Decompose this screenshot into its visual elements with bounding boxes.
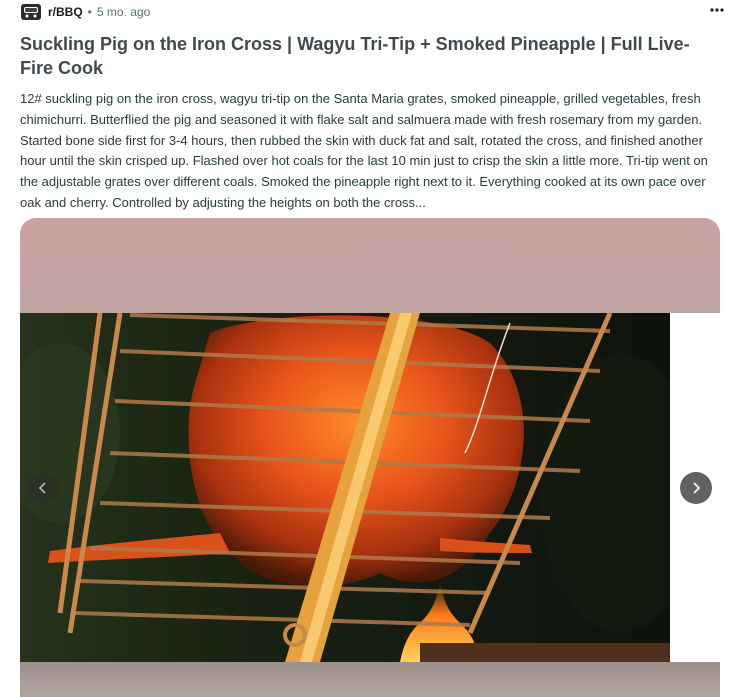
next-image-button[interactable] xyxy=(680,472,712,504)
chevron-left-icon xyxy=(38,482,46,494)
media-gallery[interactable] xyxy=(20,218,720,697)
post-age: 5 mo. ago xyxy=(96,5,151,19)
subreddit-avatar[interactable] xyxy=(20,3,42,21)
post-title[interactable]: Suckling Pig on the Iron Cross | Wagyu T… xyxy=(20,32,710,80)
media-blur-bottom xyxy=(20,662,720,697)
subreddit-name[interactable]: r/BBQ xyxy=(48,5,83,19)
more-options-button[interactable] xyxy=(705,0,729,20)
post-body[interactable]: 12# suckling pig on the iron cross, wagy… xyxy=(20,89,720,214)
grill-icon xyxy=(21,4,41,20)
meta-separator: • xyxy=(87,5,92,19)
post-header: r/BBQ • 5 mo. ago xyxy=(20,2,725,22)
post-image xyxy=(20,313,670,662)
previous-image-button[interactable] xyxy=(27,472,59,504)
suckling-pig-photo xyxy=(20,313,670,662)
more-options-icon xyxy=(710,8,724,12)
chevron-right-icon xyxy=(693,482,701,494)
